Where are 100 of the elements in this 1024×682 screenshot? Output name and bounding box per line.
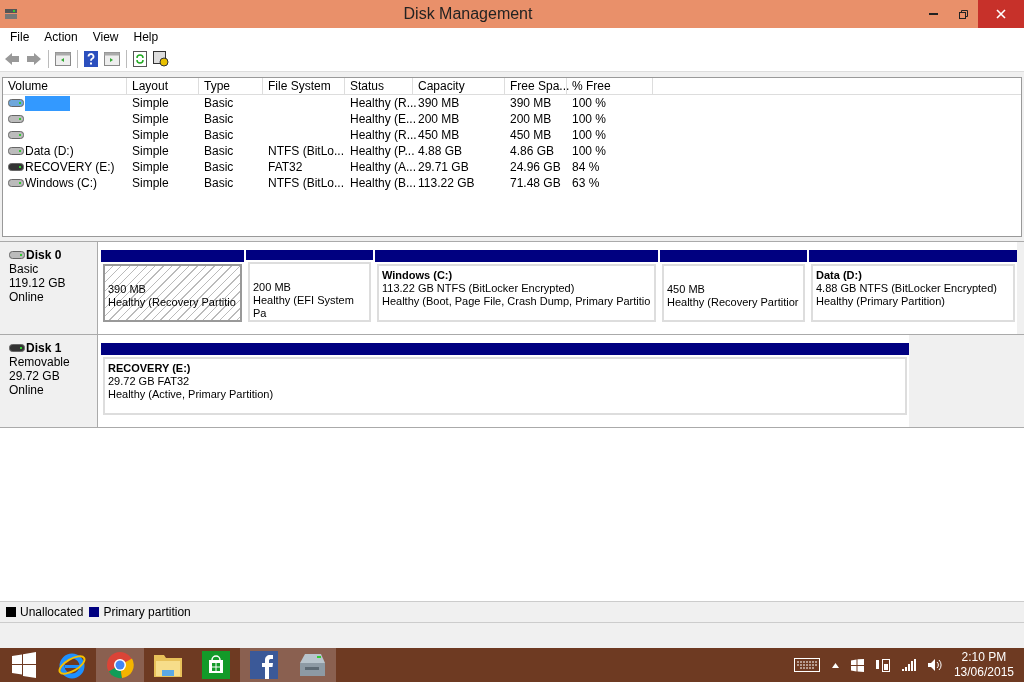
speaker-icon[interactable] [927, 658, 942, 672]
drive-icon [8, 147, 24, 155]
table-cell-text: Basic [204, 111, 234, 128]
disk-size: 29.72 GB [9, 369, 61, 383]
drive-icon [9, 344, 25, 352]
settings-icon[interactable] [153, 50, 169, 67]
partition-status: Healthy (Recovery Partitio [108, 296, 237, 309]
table-cell-text: Simple [132, 95, 169, 112]
partition-status: Healthy (Primary Partition) [816, 295, 946, 308]
table-cell-text: Healthy (P... [350, 143, 415, 160]
partition-status: Healthy (Boot, Page File, Crash Dump, Primary Partitio [382, 295, 651, 308]
table-cell-text: 200 MB [418, 111, 460, 128]
drive-icon [9, 251, 25, 259]
disk-management-icon[interactable] [297, 651, 327, 679]
partition-status: Healthy (EFI System Pa [253, 294, 355, 320]
signal-icon[interactable] [901, 659, 916, 671]
table-cell-text: FAT32 [268, 159, 303, 176]
menu-item[interactable]: Action [39, 31, 83, 43]
table-cell-text: Windows (C:) [25, 175, 97, 192]
legend-label: Unallocated [20, 604, 84, 621]
table-cell-text: 390 MB [510, 95, 552, 112]
table-cell-text: 113.22 GB [418, 175, 475, 192]
keyboard-icon[interactable] [793, 658, 820, 672]
drive-icon [8, 131, 24, 139]
partition-size: 4.88 GB NTFS (BitLocker Encrypted) [816, 282, 998, 295]
partition-size: 390 MB [108, 283, 147, 296]
partition-block[interactable]: 200 MB Healthy (EFI System Pa [246, 250, 373, 324]
partition-name: Data (D:) [816, 269, 863, 282]
table-cell-text: 4.86 GB [510, 143, 555, 160]
table-cell-text: Simple [132, 127, 169, 144]
table-cell-text: 100 % [572, 127, 607, 144]
back-arrow-icon[interactable] [4, 51, 20, 66]
forward-arrow-icon[interactable] [26, 51, 42, 66]
folder-icon[interactable] [153, 652, 183, 678]
column-header[interactable]: Type [199, 78, 263, 94]
disk-status: Online [9, 383, 45, 397]
table-cell-text: 390 MB [418, 95, 460, 112]
taskbar-button[interactable] [96, 648, 144, 682]
windows-logo-icon[interactable] [850, 658, 864, 672]
store-icon[interactable] [202, 651, 230, 679]
taskbar-button[interactable] [240, 648, 288, 682]
table-cell-text: Basic [204, 127, 234, 144]
table-cell-text: NTFS (BitLo... [268, 143, 344, 160]
partition-block[interactable]: Windows (C:) 113.22 GB NTFS (BitLocker Encrypted) Healthy (Boot, Page File, Crash Dump, Primary Partitio [375, 250, 658, 324]
help-icon[interactable] [84, 50, 98, 67]
disk-management-icon [4, 7, 18, 21]
table-cell-text: 63 % [572, 175, 600, 192]
table-cell-text: Basic [204, 143, 234, 160]
table-cell-text: Healthy (A... [350, 159, 417, 176]
restore-icon [958, 9, 968, 19]
clock-time[interactable]: 2:10 PM [961, 650, 1007, 665]
column-header[interactable]: Layout [127, 78, 199, 94]
table-cell-text: Healthy (E... [350, 111, 417, 128]
disk-type: Removable [9, 355, 71, 369]
partition-name: RECOVERY (E:) [108, 362, 192, 375]
caret-up-icon[interactable] [831, 662, 839, 668]
table-cell-text: 29.71 GB [418, 159, 469, 176]
disk-type: Basic [9, 262, 40, 276]
table-cell-text: Basic [204, 159, 234, 176]
column-header[interactable]: Free Spa... [505, 78, 567, 94]
partition-size: 450 MB [667, 283, 706, 296]
table-cell-text: 24.96 GB [510, 159, 561, 176]
drive-icon [8, 115, 24, 123]
facebook-icon[interactable] [250, 651, 278, 679]
partition-size: 200 MB [253, 281, 292, 294]
action-pane-icon[interactable] [104, 51, 120, 66]
column-header[interactable]: Volume [3, 78, 127, 94]
column-header[interactable]: Status [345, 78, 413, 94]
battery-icon[interactable] [875, 657, 890, 673]
column-header[interactable]: File System [263, 78, 345, 94]
partition-block[interactable]: Data (D:) 4.88 GB NTFS (BitLocker Encrypted) Healthy (Primary Partition) [809, 250, 1017, 324]
menu-item[interactable]: View [87, 31, 124, 43]
menu-item[interactable]: Help [128, 31, 164, 43]
table-cell-text: 4.88 GB [418, 143, 463, 160]
windows-logo-icon[interactable] [11, 652, 37, 678]
menu-item[interactable]: File [5, 31, 35, 43]
table-cell-text: Healthy (R... [350, 95, 417, 112]
partition-block[interactable]: 390 MB Healthy (Recovery Partitio [101, 250, 244, 324]
drive-icon [8, 179, 24, 187]
refresh-icon[interactable] [133, 50, 147, 67]
table-cell-text: 71.48 GB [510, 175, 561, 192]
drive-icon [8, 99, 24, 107]
partition-block[interactable]: 450 MB Healthy (Recovery Partitior [660, 250, 807, 324]
table-cell-text: NTFS (BitLo... [268, 175, 344, 192]
table-cell-text: 450 MB [510, 127, 552, 144]
disk-name: Disk 1 [26, 341, 62, 355]
table-cell-text: Basic [204, 95, 234, 112]
disk-name: Disk 0 [26, 248, 62, 262]
column-header[interactable]: Capacity [413, 78, 505, 94]
clock-date[interactable]: 13/06/2015 [953, 665, 1014, 680]
table-cell-text: 100 % [572, 111, 607, 128]
console-tree-icon[interactable] [55, 51, 71, 66]
table-cell-text: Healthy (R... [350, 127, 417, 144]
table-cell-text: Healthy (B... [350, 175, 417, 192]
chrome-icon[interactable] [106, 651, 134, 679]
minimize-icon [928, 13, 938, 15]
partition-block[interactable]: RECOVERY (E:) 29.72 GB FAT32 Healthy (Active, Primary Partition) [101, 343, 909, 417]
partition-status: Healthy (Recovery Partitior [667, 296, 800, 309]
table-cell-text: 100 % [572, 143, 607, 160]
legend-label: Primary partition [103, 604, 191, 621]
